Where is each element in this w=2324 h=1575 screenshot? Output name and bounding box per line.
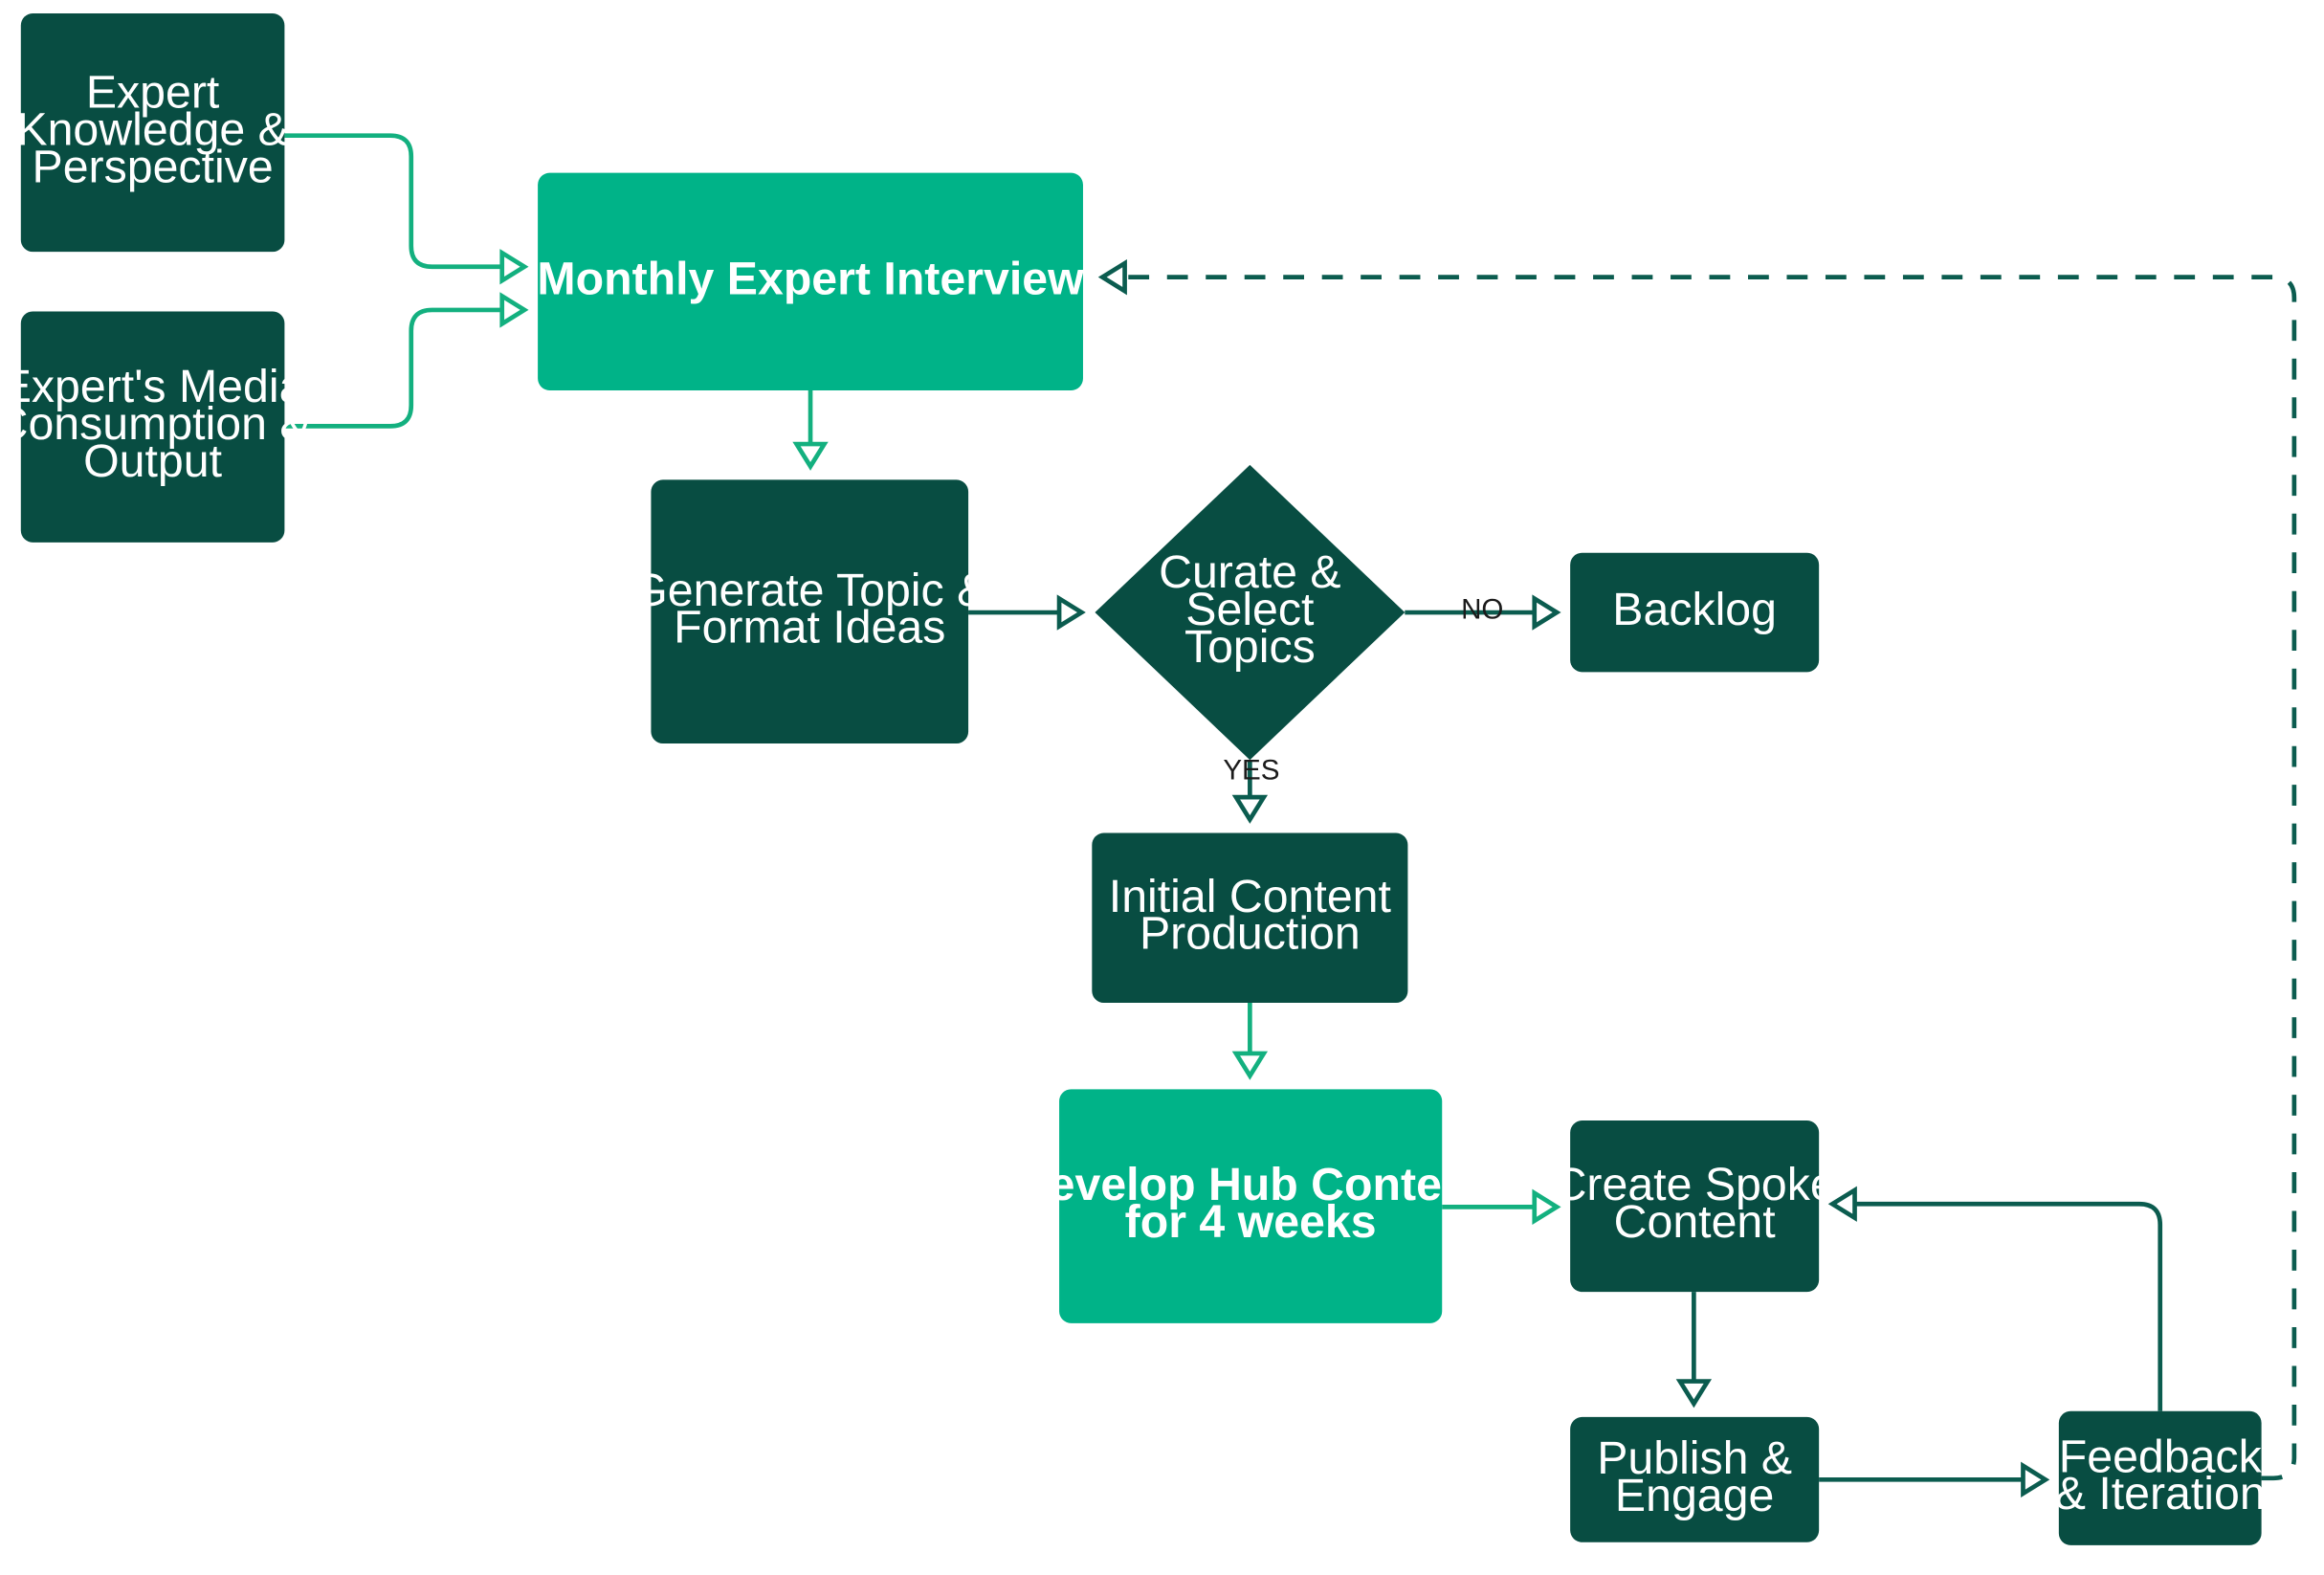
node-publish-engage[interactable]: Publish & Engage [1570, 1416, 1820, 1542]
node-initial-content-production[interactable]: Initial Content Production [1092, 832, 1408, 1004]
node-label-initial-content-production: Initial Content Production [1109, 871, 1392, 960]
node-backlog[interactable]: Backlog [1570, 552, 1820, 673]
arrowhead-icon [1097, 258, 1127, 296]
node-label-backlog: Backlog [1612, 584, 1777, 635]
arrowhead-icon [1231, 1051, 1269, 1080]
flowchart-canvas: Expert Knowledge & Perspective Expert's Med… [0, 0, 2324, 1575]
edge-edge-media-to-interview [284, 292, 529, 429]
node-develop-hub-content[interactable]: Develop Hub Content for 4 weeks [1016, 1089, 1486, 1323]
edge-edge-knowledge-to-interview [284, 133, 529, 285]
node-label-monthly-expert-interview: Monthly Expert Interview [537, 253, 1084, 304]
arrowhead-icon [499, 292, 529, 328]
node-expert-knowledge[interactable]: Expert Knowledge & Perspective [16, 13, 289, 253]
arrowhead-icon [1231, 794, 1269, 824]
flowchart-svg: Expert Knowledge & Perspective Expert's Med… [0, 13, 2297, 1545]
arrowhead-icon [1675, 1379, 1713, 1409]
edge-edge-publish-to-feedback [1819, 1461, 2050, 1498]
edge-edge-interview-to-generate [792, 389, 829, 471]
edge-edge-spoke-to-publish [1675, 1292, 1713, 1409]
node-curate-select-topics[interactable]: Curate & Select Topics [1095, 464, 1405, 761]
edge-label-label-no: NO [1461, 593, 1503, 625]
arrowhead-icon [792, 441, 829, 471]
arrowhead-icon [2021, 1461, 2050, 1498]
node-create-spoke-content[interactable]: Create Spoke Content [1554, 1120, 1836, 1293]
nodes-layer: Expert Knowledge & Perspective Expert's Med… [0, 13, 2266, 1545]
arrowhead-icon [1056, 594, 1086, 631]
node-label-curate-select-topics: Curate & Select Topics [1159, 546, 1340, 673]
node-monthly-expert-interview[interactable]: Monthly Expert Interview [537, 172, 1084, 390]
arrowhead-icon [1532, 594, 1561, 631]
edge-label-label-yes: YES [1223, 754, 1279, 786]
node-label-publish-engage: Publish & Engage [1597, 1432, 1792, 1521]
node-label-feedback-iteration: Feedback & Iteration [2055, 1431, 2266, 1520]
edge-edge-feedback-to-spoke [1827, 1186, 2163, 1411]
node-expert-media[interactable]: Expert's Media Consumption & Output [0, 311, 311, 543]
arrowhead-icon [499, 249, 529, 285]
node-label-generate-topic-format-ideas: Generate Topic & Format Ideas [631, 565, 987, 654]
node-generate-topic-format-ideas[interactable]: Generate Topic & Format Ideas [631, 479, 987, 744]
node-feedback-iteration[interactable]: Feedback & Iteration [2055, 1410, 2266, 1545]
edge-edge-initial-to-hub [1231, 1003, 1269, 1080]
